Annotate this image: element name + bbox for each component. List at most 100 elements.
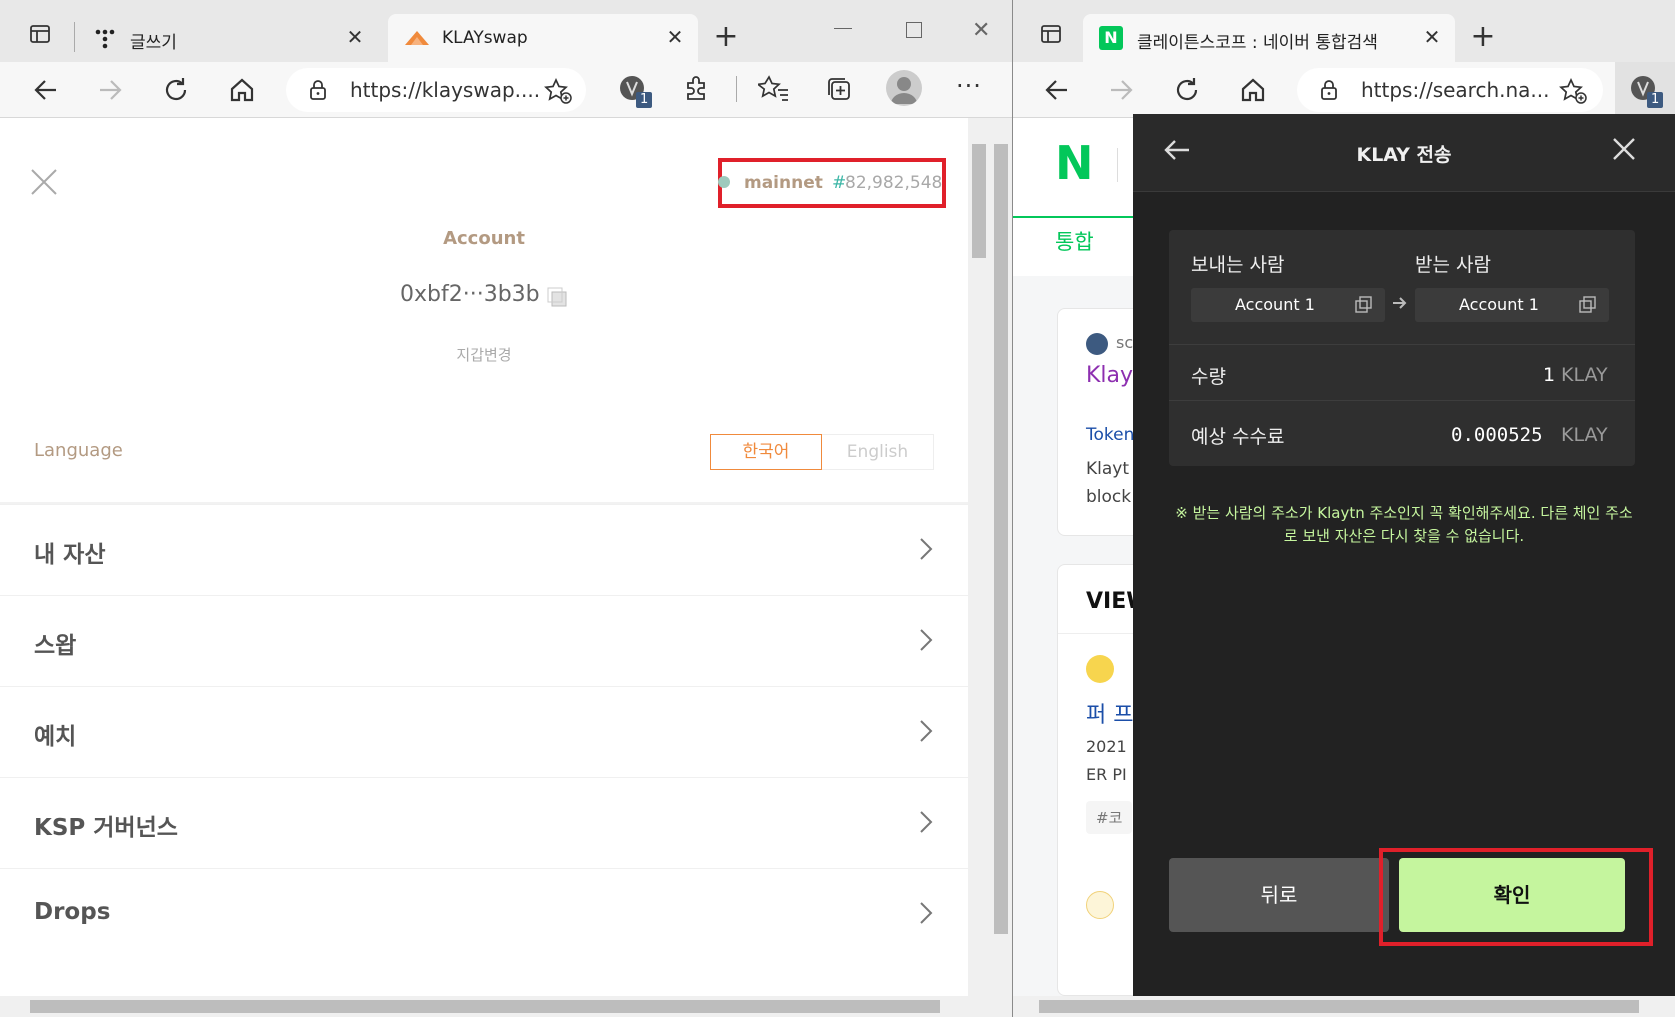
view-snippet: 2021 — [1086, 737, 1127, 756]
extension-badge: 1 — [640, 92, 649, 107]
menu-item-label: KSP 거버넌스 — [34, 815, 178, 841]
outer-scrollbar[interactable] — [990, 118, 1012, 996]
menu-item-deposit[interactable]: 예치 — [0, 686, 968, 778]
scrollbar-thumb[interactable] — [30, 1000, 940, 1013]
menu-item-ksp-governance[interactable]: KSP 거버넌스 — [0, 777, 968, 869]
change-wallet-link[interactable]: 지갑변경 — [0, 344, 968, 365]
menu-item-my-assets[interactable]: 내 자산 — [0, 504, 968, 596]
tab-title: KLAYswap — [442, 28, 528, 48]
back-button[interactable]: 뒤로 — [1169, 858, 1389, 932]
lock-icon[interactable] — [308, 78, 328, 107]
extension-badge: 1 — [1651, 92, 1660, 107]
lang-english-button[interactable]: English — [822, 434, 934, 470]
result-sublink[interactable]: Token — [1086, 425, 1134, 445]
naver-favicon-icon: N — [1099, 26, 1123, 50]
receiver-account-chip[interactable]: Account 1 — [1415, 288, 1609, 322]
copy-icon[interactable] — [1579, 296, 1597, 318]
sender-account-chip[interactable]: Account 1 — [1191, 288, 1385, 322]
collections-icon[interactable] — [824, 74, 854, 108]
new-tab-icon[interactable]: + — [710, 22, 742, 54]
menu-item-label: Drops — [34, 899, 111, 925]
copy-icon[interactable] — [1355, 296, 1373, 318]
network-status-dot — [718, 176, 730, 188]
receiver-label: 받는 사람 — [1415, 254, 1491, 276]
new-tab-icon[interactable]: + — [1467, 22, 1499, 54]
address-warning: ※ 받는 사람의 주소가 Klaytn 주소인지 꼭 확인해주세요. 다른 체인… — [1175, 504, 1633, 545]
result-snippet: Klayt — [1086, 459, 1130, 479]
close-tab-icon[interactable]: ✕ — [1421, 26, 1443, 48]
horizontal-scrollbar[interactable] — [0, 996, 1012, 1017]
more-menu-icon[interactable]: ··· — [956, 72, 982, 100]
address-bar[interactable]: https://klayswap.... — [286, 68, 586, 112]
chevron-right-icon — [916, 899, 936, 927]
home-icon[interactable] — [1235, 72, 1271, 108]
tab-title: 클레이튼스코프 : 네이버 통합검색 — [1137, 33, 1378, 53]
refresh-icon[interactable] — [158, 72, 194, 108]
kaikas-extension-icon[interactable]: 1 — [1615, 62, 1675, 118]
tab-integrated[interactable]: 통합 — [1055, 226, 1094, 256]
tab-bar: 글쓰기 ✕ KLAYswap ✕ + ✕ — [0, 0, 1012, 62]
sender-label: 보내는 사람 — [1191, 254, 1285, 276]
tab-actions-icon[interactable] — [24, 22, 56, 54]
result-title-link[interactable]: Klay — [1086, 363, 1133, 388]
lang-korean-button[interactable]: 한국어 — [710, 434, 822, 470]
address-bar[interactable]: https://search.na... — [1297, 68, 1603, 112]
receiver-account: Account 1 — [1459, 295, 1539, 314]
hashtag-chip[interactable]: #코 — [1086, 801, 1133, 834]
address-toolbar: https://klayswap.... 1 ··· — [0, 62, 1012, 118]
maximize-icon[interactable] — [906, 22, 922, 38]
page-scrollbar[interactable] — [968, 118, 990, 996]
minimize-icon[interactable] — [834, 28, 852, 29]
horizontal-scrollbar[interactable] — [1013, 996, 1675, 1017]
scrollbar-thumb[interactable] — [994, 144, 1008, 934]
favorites-icon[interactable] — [755, 74, 790, 108]
sender-account: Account 1 — [1235, 295, 1315, 314]
tab-naver-search[interactable]: N 클레이튼스코프 : 네이버 통합검색 ✕ — [1083, 14, 1455, 62]
close-tab-icon[interactable]: ✕ — [664, 26, 686, 48]
amount-label: 수량 — [1191, 366, 1226, 388]
scrollbar-thumb[interactable] — [1039, 1000, 1639, 1013]
chevron-right-icon — [916, 808, 936, 836]
amount-value: 1 — [1543, 364, 1556, 386]
tab-actions-icon[interactable] — [1035, 22, 1067, 54]
close-tab-icon[interactable]: ✕ — [344, 26, 366, 48]
close-panel-icon[interactable] — [28, 166, 60, 202]
address-row: 0xbf2···3b3b — [400, 282, 570, 312]
toolbar-separator — [736, 76, 737, 102]
extensions-puzzle-icon[interactable] — [682, 74, 712, 108]
menu-item-swap[interactable]: 스왑 — [0, 595, 968, 687]
back-icon[interactable] — [1039, 72, 1075, 108]
add-favorite-icon[interactable] — [544, 77, 572, 109]
add-favorite-icon[interactable] — [1559, 77, 1587, 109]
refresh-icon[interactable] — [1169, 72, 1205, 108]
blog-avatar — [1086, 891, 1114, 919]
browser-window-right: N 클레이튼스코프 : 네이버 통합검색 ✕ + https://search.… — [1013, 0, 1675, 1017]
profile-avatar[interactable] — [886, 70, 922, 106]
naver-logo[interactable]: N — [1055, 136, 1094, 190]
wallet-address: 0xbf2···3b3b — [400, 282, 540, 307]
confirm-button[interactable]: 확인 — [1399, 858, 1625, 932]
home-icon[interactable] — [224, 72, 260, 108]
kaikas-extension-icon[interactable]: 1 — [618, 74, 652, 108]
back-icon[interactable] — [28, 72, 64, 108]
browser-window-left: 글쓰기 ✕ KLAYswap ✕ + ✕ https://klayswap...… — [0, 0, 1012, 1017]
address-toolbar: https://search.na... 1 — [1013, 62, 1675, 118]
chevron-right-icon — [916, 626, 936, 654]
scrollbar-thumb[interactable] — [972, 144, 986, 258]
forward-icon — [1103, 72, 1139, 108]
tab-klayswap[interactable]: KLAYswap ✕ — [388, 14, 698, 62]
klayswap-logo-icon — [404, 29, 430, 52]
view-title-link[interactable]: 퍼 프 — [1086, 697, 1133, 729]
close-window-icon[interactable]: ✕ — [972, 18, 990, 43]
tab-separator — [74, 22, 75, 52]
result-site-name: sc — [1116, 333, 1134, 352]
copy-icon[interactable] — [546, 286, 568, 312]
menu-item-drops[interactable]: Drops — [0, 868, 968, 960]
lock-icon[interactable] — [1319, 78, 1339, 107]
result-snippet: block — [1086, 487, 1132, 507]
tab-writing[interactable]: 글쓰기 ✕ — [82, 14, 378, 62]
close-icon[interactable] — [1611, 136, 1637, 166]
view-snippet: ER PI — [1086, 765, 1127, 784]
language-label: Language — [34, 440, 123, 461]
chevron-right-icon — [916, 535, 936, 563]
